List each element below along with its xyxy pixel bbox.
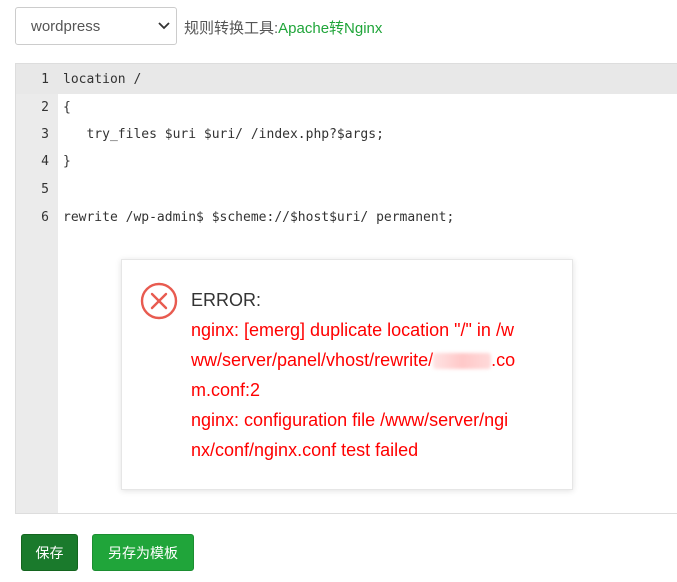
code-text: rewrite /wp-admin$ $scheme://$host$uri/ … [63,210,455,225]
chevron-down-icon [158,22,170,30]
error-path-end: .co [491,350,516,370]
rule-tool-label: 规则转换工具:Apache转Nginx [184,17,382,38]
error-dialog: ERROR: nginx: [emerg] duplicate location… [121,259,573,490]
line-number: 5 [41,182,49,197]
error-line: nx/conf/nginx.conf test failed [191,440,419,460]
error-line: m.conf:2 [191,380,261,400]
code-text: try_files $uri $uri/ /index.php?$args; [63,127,384,142]
line-number: 4 [41,154,49,169]
code-text: location / [63,72,142,87]
code-line: 1 location / [16,66,677,93]
error-line: nginx: configuration file /www/server/ng… [191,410,509,430]
error-message: nginx: [emerg] duplicate location "/" in… [191,315,551,465]
redacted-domain [433,353,492,370]
rule-tool-link[interactable]: Apache转Nginx [278,20,382,37]
code-text: } [63,154,71,169]
line-number: 3 [41,127,49,142]
code-line: 6 rewrite /wp-admin$ $scheme://$host$uri… [16,204,677,231]
code-line: 2 { [16,94,677,121]
error-line: nginx: [emerg] duplicate location "/" in… [191,320,514,340]
save-button[interactable]: 保存 [21,534,78,571]
error-path-start: ww/server/panel/vhost/rewrite/ [191,350,434,370]
line-number: 1 [41,72,49,87]
template-select-value: wordpress [31,18,101,35]
error-title: ERROR: [191,290,262,310]
code-line: 4 } [16,148,677,175]
error-x-icon [140,282,178,320]
save-as-template-button[interactable]: 另存为模板 [92,534,194,571]
code-line: 3 try_files $uri $uri/ /index.php?$args; [16,121,677,148]
template-select[interactable]: wordpress [15,7,177,45]
code-line: 5 [16,176,677,203]
code-text: { [63,100,71,115]
rule-tool-caption: 规则转换工具: [184,20,279,37]
toolbar: wordpress 规则转换工具:Apache转Nginx [0,0,677,56]
line-number: 2 [41,100,49,115]
line-number: 6 [41,210,49,225]
error-line: ww/server/panel/vhost/rewrite/ .co [191,345,551,375]
